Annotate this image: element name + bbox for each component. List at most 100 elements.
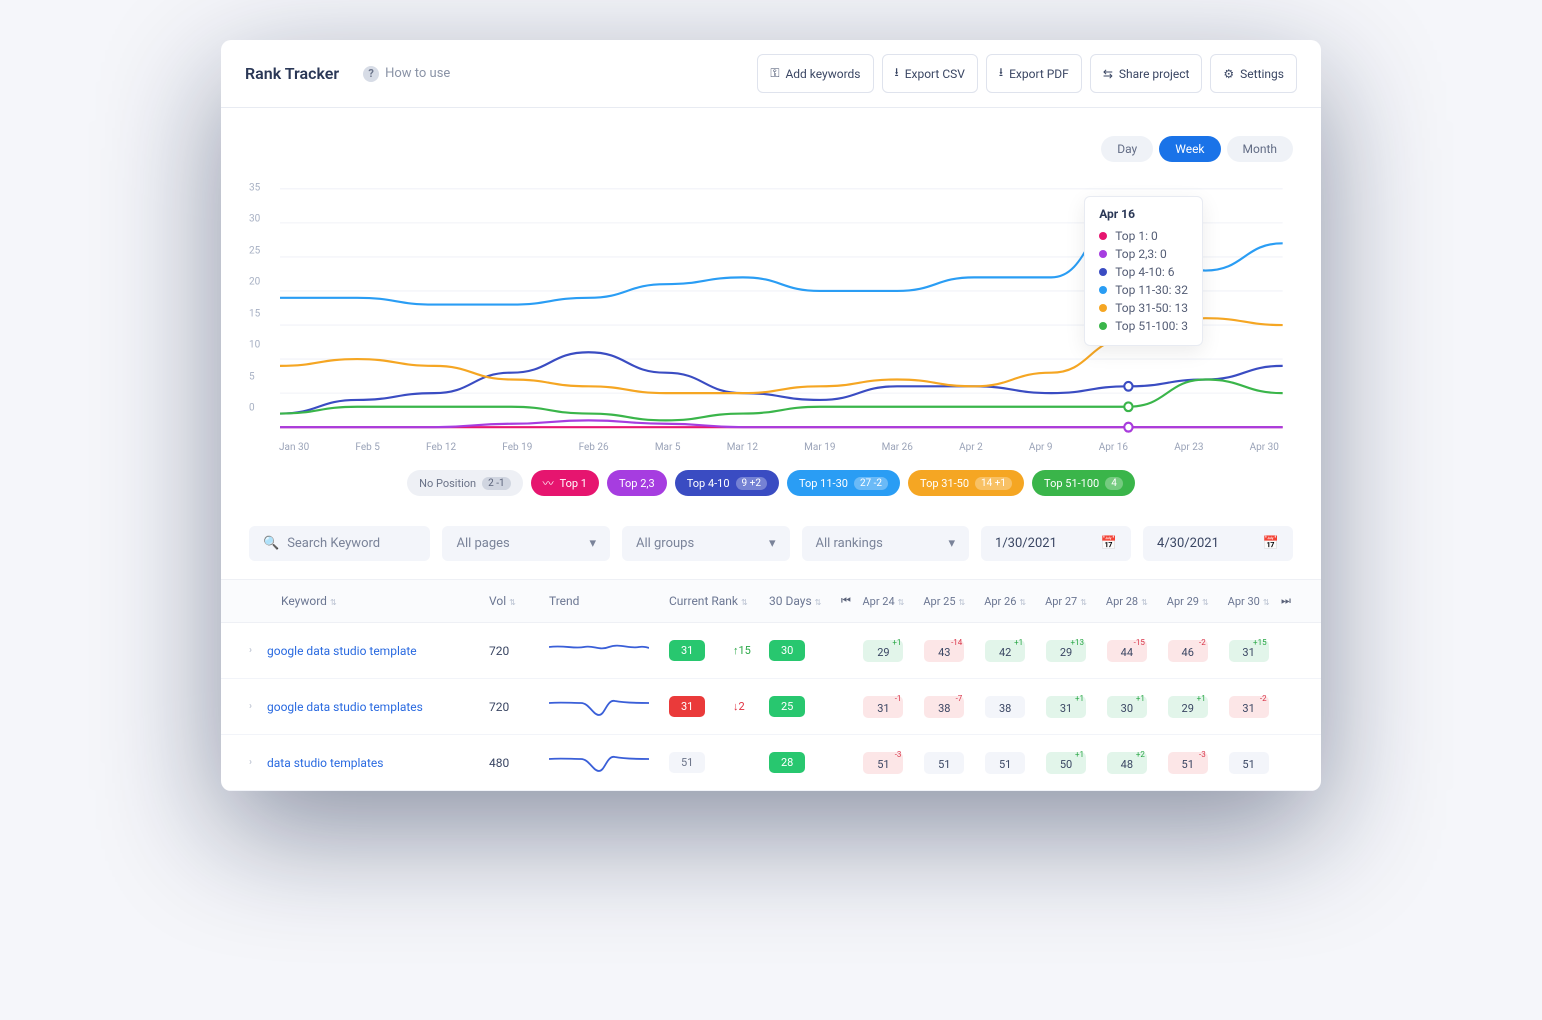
legend-pill[interactable]: 〰Top 1 (531, 470, 599, 496)
key-icon: ⚿ (770, 66, 779, 81)
col-day[interactable]: Apr 28⇅ (1096, 595, 1157, 608)
col-day[interactable]: Apr 30⇅ (1218, 595, 1279, 608)
col-day[interactable]: Apr 24⇅ (853, 595, 914, 608)
tooltip-date: Apr 16 (1099, 207, 1188, 221)
rank-cell: 51 (924, 752, 964, 774)
rank-cell: +1329 (1046, 640, 1086, 662)
legend-pill[interactable]: Top 11-3027 -2 (787, 470, 900, 496)
legend-pill[interactable]: Top 2,3 (607, 470, 667, 496)
30day-chip: 30 (769, 640, 805, 661)
current-rank-chip: 51 (669, 752, 705, 773)
current-rank-chip: 31 (669, 640, 705, 661)
trend-sparkline (549, 637, 669, 664)
chevron-down-icon: ▾ (769, 536, 776, 551)
30day-chip: 28 (769, 752, 805, 773)
table-row: › google data studio template 720 31 ↑15… (221, 623, 1321, 679)
download-icon: ⭳ (895, 63, 899, 84)
rank-cell: +150 (1046, 752, 1086, 774)
date-from-input[interactable]: 1/30/2021📅 (981, 526, 1131, 561)
col-day[interactable]: Apr 25⇅ (914, 595, 975, 608)
sort-icon: ⇅ (741, 598, 748, 607)
how-to-use-link[interactable]: ? How to use (363, 66, 450, 82)
trend-sparkline (549, 693, 669, 720)
app-panel: Rank Tracker ? How to use ⚿Add keywords … (221, 40, 1321, 791)
table-row: › google data studio templates 720 31 ↓2… (221, 679, 1321, 735)
expand-row-button[interactable]: › (249, 701, 267, 712)
rank-cell: 38 (985, 696, 1025, 718)
search-icon: 🔍 (263, 536, 279, 551)
chart: 05101520253035 Jan 30Feb 5Feb 12Feb 19Fe… (249, 178, 1293, 458)
rank-cell: +142 (985, 640, 1025, 662)
current-rank-chip: 31 (669, 696, 705, 717)
col-vol[interactable]: Vol⇅ (489, 594, 549, 608)
volume-value: 720 (489, 644, 549, 658)
volume-value: 480 (489, 756, 549, 770)
topbar: Rank Tracker ? How to use ⚿Add keywords … (221, 40, 1321, 108)
rank-cell: +130 (1107, 696, 1147, 718)
export-csv-button[interactable]: ⭳Export CSV (882, 54, 978, 93)
share-project-button[interactable]: ⇆Share project (1090, 54, 1203, 93)
help-icon: ? (363, 66, 379, 82)
range-tab-day[interactable]: Day (1101, 136, 1153, 162)
rankings-select[interactable]: All rankings▾ (802, 526, 970, 561)
keyword-link[interactable]: data studio templates (267, 756, 489, 770)
gear-icon: ⚙ (1223, 67, 1234, 81)
add-keywords-button[interactable]: ⚿Add keywords (757, 54, 873, 93)
keyword-link[interactable]: google data studio templates (267, 700, 489, 714)
chart-tooltip: Apr 16 Top 1: 0Top 2,3: 0Top 4-10: 6Top … (1084, 196, 1203, 346)
col-30-days[interactable]: 30 Days⇅ (769, 594, 839, 608)
rank-cell: +248 (1107, 752, 1147, 774)
col-day[interactable]: Apr 27⇅ (1036, 595, 1097, 608)
table-row: › data studio templates 480 51 28 -351 51… (221, 735, 1321, 791)
col-keyword[interactable]: Keyword⇅ (249, 594, 489, 608)
rank-cell: -131 (863, 696, 903, 718)
date-to-input[interactable]: 4/30/2021📅 (1143, 526, 1293, 561)
scroll-left-button[interactable]: ⏮ (839, 594, 853, 608)
filters-row: 🔍Search Keyword All pages▾ All groups▾ A… (221, 526, 1321, 579)
legend-pill[interactable]: Top 31-5014 +1 (908, 470, 1024, 496)
rank-cell: +129 (863, 640, 903, 662)
trend-sparkline (549, 749, 669, 776)
legend-pill[interactable]: Top 51-1004 (1032, 470, 1135, 496)
calendar-icon: 📅 (1263, 536, 1279, 551)
rank-cell: -246 (1168, 640, 1208, 662)
rank-change: ↑15 (733, 644, 769, 657)
col-current-rank[interactable]: Current Rank⇅ (669, 594, 769, 608)
share-icon: ⇆ (1103, 67, 1113, 81)
rank-cell: +131 (1046, 696, 1086, 718)
range-tab-month[interactable]: Month (1227, 136, 1293, 162)
scroll-right-button[interactable]: ⏭ (1279, 594, 1293, 608)
rank-cell: -351 (863, 752, 903, 774)
rank-cell: -351 (1168, 752, 1208, 774)
expand-row-button[interactable]: › (249, 757, 267, 768)
export-pdf-button[interactable]: ⭳Export PDF (986, 54, 1082, 93)
volume-value: 720 (489, 700, 549, 714)
col-day[interactable]: Apr 29⇅ (1157, 595, 1218, 608)
chevron-down-icon: ▾ (589, 536, 596, 551)
30day-chip: 25 (769, 696, 805, 717)
legend-pill[interactable]: No Position2 -1 (407, 470, 522, 496)
settings-button[interactable]: ⚙Settings (1210, 54, 1297, 93)
col-trend: Trend (549, 594, 669, 608)
page-title: Rank Tracker (245, 64, 339, 83)
topbar-actions: ⚿Add keywords ⭳Export CSV ⭳Export PDF ⇆S… (757, 54, 1297, 93)
rank-cell: +1531 (1229, 640, 1269, 662)
groups-select[interactable]: All groups▾ (622, 526, 790, 561)
sort-icon: ⇅ (509, 598, 516, 607)
rank-cell: -231 (1229, 696, 1269, 718)
download-icon: ⭳ (999, 63, 1003, 84)
legend-pill[interactable]: Top 4-109 +2 (675, 470, 779, 496)
search-input[interactable]: 🔍Search Keyword (249, 526, 430, 561)
range-tab-week[interactable]: Week (1159, 136, 1220, 162)
range-tabs: Day Week Month (249, 136, 1293, 162)
rank-cell: -1443 (924, 640, 964, 662)
keyword-link[interactable]: google data studio template (267, 644, 489, 658)
pages-select[interactable]: All pages▾ (442, 526, 610, 561)
chart-area: Day Week Month 05101520253035 Jan 30Feb … (221, 108, 1321, 526)
col-day[interactable]: Apr 26⇅ (975, 595, 1036, 608)
legend-pills: No Position2 -1 〰Top 1 Top 2,3 Top 4-109 +2… (249, 470, 1293, 496)
rank-cell: 51 (985, 752, 1025, 774)
rank-cell: 51 (1229, 752, 1269, 774)
expand-row-button[interactable]: › (249, 645, 267, 656)
table-body: › google data studio template 720 31 ↑15… (221, 623, 1321, 791)
